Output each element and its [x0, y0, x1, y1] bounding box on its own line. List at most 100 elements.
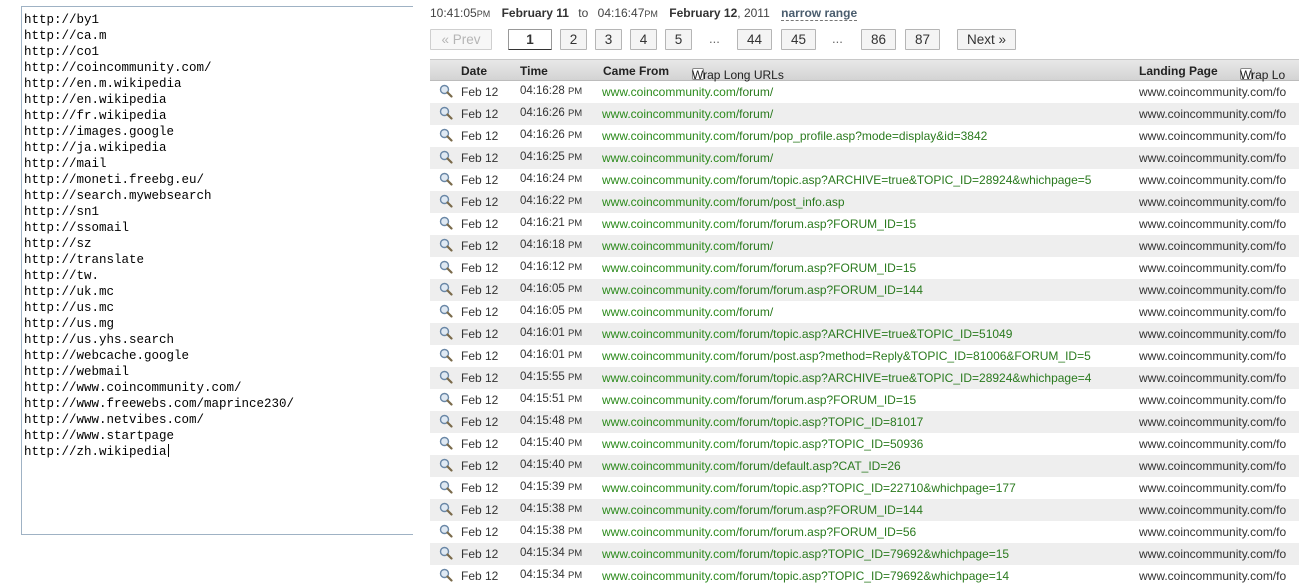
came-from-link[interactable]: www.coincommunity.com/forum/topic.asp?TO…: [602, 569, 1009, 583]
came-from-link[interactable]: www.coincommunity.com/forum/: [602, 107, 773, 121]
came-from-path: /forum/forum.asp?FORUM_ID=144: [735, 503, 923, 517]
magnifier-icon[interactable]: [439, 84, 453, 98]
visit-date: Feb 12: [461, 283, 499, 297]
came-from-link[interactable]: www.coincommunity.com/forum/post_info.as…: [602, 195, 845, 209]
landing-page-link[interactable]: www.coincommunity.com/fo: [1139, 415, 1286, 429]
magnifier-icon[interactable]: [439, 172, 453, 186]
visitor-log-panel: 10:41:05PM February 11 to 04:16:47PM Feb…: [430, 0, 1299, 586]
prev-page-button[interactable]: « Prev: [430, 29, 492, 50]
landing-page-link[interactable]: www.coincommunity.com/fo: [1139, 261, 1286, 275]
url-list-textarea[interactable]: http://by1 http://ca.m http://co1 http://co…: [21, 6, 413, 535]
magnifier-icon[interactable]: [439, 106, 453, 120]
visit-time-value: 04:16:24: [520, 173, 565, 185]
came-from-link[interactable]: www.coincommunity.com/forum/forum.asp?FO…: [602, 217, 916, 231]
landing-page-link[interactable]: www.coincommunity.com/fo: [1139, 569, 1286, 583]
magnifier-icon[interactable]: [439, 150, 453, 164]
visit-time: 04:16:12 PM: [520, 261, 582, 273]
url-list-line: http://co1: [24, 45, 100, 59]
came-from-path: /forum/: [735, 239, 774, 253]
came-from-link[interactable]: www.coincommunity.com/forum/topic.asp?TO…: [602, 437, 923, 451]
magnifier-icon[interactable]: [439, 282, 453, 296]
landing-page-link[interactable]: www.coincommunity.com/fo: [1139, 393, 1286, 407]
page-5-button[interactable]: 5: [665, 29, 692, 50]
landing-page-link[interactable]: www.coincommunity.com/fo: [1139, 547, 1286, 561]
page-44-button[interactable]: 44: [737, 29, 772, 50]
visit-time-ampm: PM: [567, 108, 583, 119]
magnifier-icon[interactable]: [439, 326, 453, 340]
magnifier-icon[interactable]: [439, 524, 453, 538]
came-from-link[interactable]: www.coincommunity.com/forum/: [602, 85, 773, 99]
page-4-button[interactable]: 4: [630, 29, 657, 50]
page-87-button[interactable]: 87: [905, 29, 940, 50]
came-from-link[interactable]: www.coincommunity.com/forum/forum.asp?FO…: [602, 503, 923, 517]
page-45-button[interactable]: 45: [781, 29, 816, 50]
magnifier-icon[interactable]: [439, 458, 453, 472]
start-time-ampm: PM: [476, 9, 491, 19]
magnifier-icon[interactable]: [439, 392, 453, 406]
magnifier-icon[interactable]: [439, 348, 453, 362]
came-from-link[interactable]: www.coincommunity.com/forum/: [602, 151, 773, 165]
page-1-button[interactable]: 1: [508, 29, 552, 50]
landing-page-link[interactable]: www.coincommunity.com/fo: [1139, 459, 1286, 473]
magnifier-icon[interactable]: [439, 414, 453, 428]
landing-page-link[interactable]: www.coincommunity.com/fo: [1139, 195, 1286, 209]
came-from-link[interactable]: www.coincommunity.com/forum/topic.asp?AR…: [602, 173, 1091, 187]
magnifier-icon[interactable]: [439, 304, 453, 318]
came-from-link[interactable]: www.coincommunity.com/forum/forum.asp?FO…: [602, 283, 923, 297]
landing-page-link[interactable]: www.coincommunity.com/fo: [1139, 129, 1286, 143]
magnifier-icon[interactable]: [439, 260, 453, 274]
magnifier-icon[interactable]: [439, 480, 453, 494]
landing-page-link[interactable]: www.coincommunity.com/fo: [1139, 283, 1286, 297]
date-column-header[interactable]: Date: [461, 64, 487, 78]
landing-page-link[interactable]: www.coincommunity.com/fo: [1139, 503, 1286, 517]
landing-page-link[interactable]: www.coincommunity.com/fo: [1139, 437, 1286, 451]
came-from-link[interactable]: www.coincommunity.com/forum/topic.asp?TO…: [602, 481, 1016, 495]
came-from-link[interactable]: www.coincommunity.com/forum/: [602, 239, 773, 253]
narrow-range-link[interactable]: narrow range: [781, 6, 858, 21]
landing-page-link[interactable]: www.coincommunity.com/fo: [1139, 305, 1286, 319]
came-from-link[interactable]: www.coincommunity.com/forum/: [602, 305, 773, 319]
magnifier-icon[interactable]: [439, 568, 453, 582]
landing-page-link[interactable]: www.coincommunity.com/fo: [1139, 481, 1286, 495]
landing-page-column-header[interactable]: Landing Page: [1139, 64, 1218, 78]
landing-page-link[interactable]: www.coincommunity.com/fo: [1139, 371, 1286, 385]
url-list-line: http://en.wikipedia: [24, 93, 167, 107]
next-page-button[interactable]: Next »: [957, 29, 1016, 50]
came-from-link[interactable]: www.coincommunity.com/forum/pop_profile.…: [602, 129, 987, 143]
came-from-link[interactable]: www.coincommunity.com/forum/topic.asp?TO…: [602, 415, 923, 429]
magnifier-icon[interactable]: [439, 216, 453, 230]
landing-page-link[interactable]: www.coincommunity.com/fo: [1139, 239, 1286, 253]
came-from-link[interactable]: www.coincommunity.com/forum/topic.asp?TO…: [602, 547, 1009, 561]
magnifier-icon[interactable]: [439, 238, 453, 252]
page-2-button[interactable]: 2: [560, 29, 587, 50]
page-86-button[interactable]: 86: [861, 29, 896, 50]
came-from-link[interactable]: www.coincommunity.com/forum/topic.asp?AR…: [602, 371, 1091, 385]
came-from-link[interactable]: www.coincommunity.com/forum/forum.asp?FO…: [602, 525, 916, 539]
came-from-path: /forum/forum.asp?FORUM_ID=15: [735, 217, 917, 231]
magnifier-icon[interactable]: [439, 436, 453, 450]
landing-page-link[interactable]: www.coincommunity.com/fo: [1139, 173, 1286, 187]
visit-time: 04:16:05 PM: [520, 283, 582, 295]
came-from-link[interactable]: www.coincommunity.com/forum/forum.asp?FO…: [602, 261, 916, 275]
magnifier-icon[interactable]: [439, 128, 453, 142]
magnifier-icon[interactable]: [439, 546, 453, 560]
landing-page-link[interactable]: www.coincommunity.com/fo: [1139, 151, 1286, 165]
time-column-header[interactable]: Time: [520, 64, 548, 78]
magnifier-icon[interactable]: [439, 194, 453, 208]
landing-page-link[interactable]: www.coincommunity.com/fo: [1139, 107, 1286, 121]
page-3-button[interactable]: 3: [595, 29, 622, 50]
landing-page-link[interactable]: www.coincommunity.com/fo: [1139, 327, 1286, 341]
visit-time-ampm: PM: [567, 438, 583, 449]
landing-page-link[interactable]: www.coincommunity.com/fo: [1139, 349, 1286, 363]
landing-page-link[interactable]: www.coincommunity.com/fo: [1139, 85, 1286, 99]
came-from-link[interactable]: www.coincommunity.com/forum/post.asp?met…: [602, 349, 1091, 363]
came-from-column-header[interactable]: Came From: [603, 64, 669, 78]
came-from-link[interactable]: www.coincommunity.com/forum/forum.asp?FO…: [602, 393, 916, 407]
landing-page-link[interactable]: www.coincommunity.com/fo: [1139, 525, 1286, 539]
magnifier-icon[interactable]: [439, 370, 453, 384]
came-from-link[interactable]: www.coincommunity.com/forum/topic.asp?AR…: [602, 327, 1012, 341]
landing-page-link[interactable]: www.coincommunity.com/fo: [1139, 217, 1286, 231]
magnifier-icon[interactable]: [439, 502, 453, 516]
came-from-link[interactable]: www.coincommunity.com/forum/default.asp?…: [602, 459, 901, 473]
came-from-path: /forum/forum.asp?FORUM_ID=56: [735, 525, 917, 539]
